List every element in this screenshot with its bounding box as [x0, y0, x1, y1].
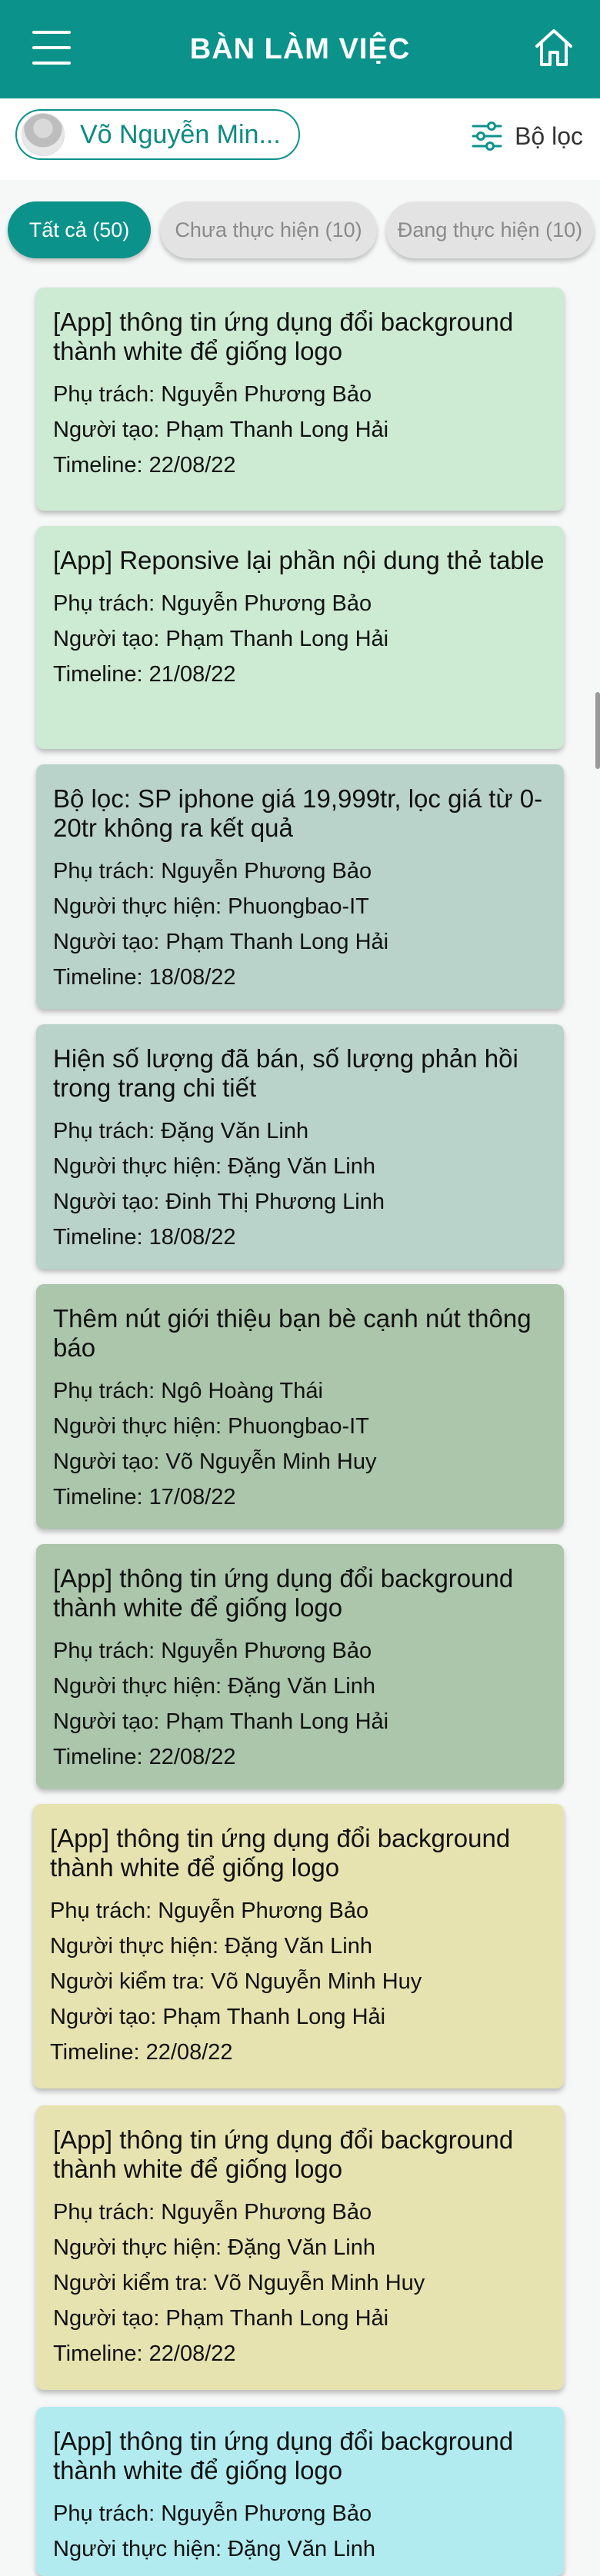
task-assignee: Phụ trách: Nguyễn Phương Bảo: [53, 591, 372, 616]
task-assignee: Phụ trách: Đặng Văn Linh: [53, 1119, 309, 1143]
avatar: [22, 113, 65, 156]
task-timeline: Timeline: 17/08/22: [53, 1485, 236, 1509]
task-timeline: Timeline: 18/08/22: [53, 965, 236, 990]
task-title: [App] thông tin ứng dụng đổi background …: [53, 2427, 514, 2484]
task-creator: Người tạo: Phạm Thanh Long Hải: [53, 418, 389, 442]
user-selector[interactable]: Võ Nguyễn Min...: [15, 109, 300, 160]
task-card[interactable]: Hiện số lượng đã bán, số lượng phản hồi …: [36, 1024, 564, 1269]
menu-bar: [32, 31, 71, 34]
task-creator: Người tạo: Phạm Thanh Long Hải: [53, 627, 389, 651]
task-creator: Người tạo: Võ Nguyễn Minh Huy: [53, 1449, 377, 1474]
tab-in-progress[interactable]: Đang thực hiện (10): [386, 201, 594, 258]
user-name: Võ Nguyễn Min...: [80, 119, 281, 149]
task-executor: Người thực hiện: Đặng Văn Linh: [53, 1154, 375, 1179]
menu-bar: [32, 46, 71, 49]
task-timeline: Timeline: 18/08/22: [53, 1225, 236, 1250]
task-card[interactable]: [App] thông tin ứng dụng đổi background …: [36, 1544, 564, 1789]
scrollbar-thumb[interactable]: [595, 692, 600, 769]
task-timeline: Timeline: 22/08/22: [53, 453, 236, 478]
task-creator: Người tạo: Phạm Thanh Long Hải: [50, 2005, 386, 2029]
task-card[interactable]: [App] thông tin ứng dụng đổi background …: [33, 1804, 564, 2088]
filter-label: Bộ lọc: [515, 121, 583, 150]
task-title: [App] thông tin ứng dụng đổi background …: [53, 308, 514, 365]
tab-all[interactable]: Tất cả (50): [8, 201, 151, 258]
task-assignee: Phụ trách: Nguyễn Phương Bảo: [53, 2200, 372, 2225]
task-creator: Người tạo: Phạm Thanh Long Hải: [53, 1709, 389, 1734]
task-timeline: Timeline: 22/08/22: [53, 2341, 236, 2366]
task-executor: Người thực hiện: Đặng Văn Linh: [50, 1934, 372, 1959]
task-card[interactable]: Bộ lọc: SP iphone giá 19,999tr, lọc giá …: [36, 764, 564, 1009]
page-title: BÀN LÀM VIỆC: [189, 32, 411, 65]
task-title: Bộ lọc: SP iphone giá 19,999tr, lọc giá …: [53, 784, 543, 842]
task-title: [App] thông tin ứng dụng đổi background …: [53, 2125, 514, 2183]
home-icon-svg: [535, 29, 572, 66]
task-card[interactable]: [App] thông tin ứng dụng đổi background …: [36, 2407, 564, 2576]
task-executor: Người thực hiện: Đặng Văn Linh: [53, 1674, 375, 1699]
task-card[interactable]: Thêm nút giới thiệu bạn bè cạnh nút thôn…: [36, 1284, 564, 1529]
task-timeline: Timeline: 22/08/22: [50, 2040, 233, 2065]
task-creator: Người tạo: Phạm Thanh Long Hải: [53, 2306, 389, 2331]
status-tabs: Tất cả (50) Chưa thực hiện (10) Đang thự…: [0, 180, 600, 283]
home-icon[interactable]: [531, 25, 577, 71]
menu-bar: [32, 62, 71, 65]
sliders-icon: [472, 121, 502, 151]
task-executor: Người thực hiện: Phuongbao-IT: [53, 894, 369, 919]
task-reviewer: Người kiểm tra: Võ Nguyễn Minh Huy: [53, 2271, 425, 2295]
task-card[interactable]: [App] Reponsive lại phần nội dung thẻ ta…: [36, 526, 564, 749]
task-executor: Người thực hiện: Đặng Văn Linh: [53, 2537, 375, 2561]
app-header: BÀN LÀM VIỆC: [0, 0, 600, 98]
task-title: [App] thông tin ứng dụng đổi background …: [53, 1564, 514, 1622]
tab-not-started[interactable]: Chưa thực hiện (10): [160, 201, 377, 258]
task-card[interactable]: [App] thông tin ứng dụng đổi background …: [36, 288, 564, 511]
task-executor: Người thực hiện: Phuongbao-IT: [53, 1414, 369, 1439]
task-assignee: Phụ trách: Nguyễn Phương Bảo: [53, 1639, 372, 1663]
task-assignee: Phụ trách: Nguyễn Phương Bảo: [53, 859, 372, 884]
task-timeline: Timeline: 21/08/22: [53, 662, 236, 687]
task-executor: Người thực hiện: Đặng Văn Linh: [53, 2235, 375, 2260]
task-title: [App] thông tin ứng dụng đổi background …: [50, 1824, 511, 1882]
filter-button[interactable]: Bộ lọc: [470, 117, 583, 155]
task-reviewer: Người kiểm tra: Võ Nguyễn Minh Huy: [50, 1969, 422, 1994]
hamburger-menu-icon[interactable]: [32, 31, 71, 65]
task-card[interactable]: [App] thông tin ứng dụng đổi background …: [36, 2105, 564, 2390]
task-title: Thêm nút giới thiệu bạn bè cạnh nút thôn…: [53, 1304, 532, 1362]
task-creator: Người tạo: Phạm Thanh Long Hải: [53, 930, 389, 954]
task-assignee: Phụ trách: Nguyễn Phương Bảo: [53, 382, 372, 407]
task-assignee: Phụ trách: Nguyễn Phương Bảo: [50, 1899, 369, 1923]
task-assignee: Phụ trách: Ngô Hoàng Thái: [53, 1379, 323, 1403]
user-bar: Võ Nguyễn Min... Bộ lọc: [0, 98, 600, 180]
task-creator: Người tạo: Đinh Thị Phương Linh: [53, 1190, 385, 1214]
task-assignee: Phụ trách: Nguyễn Phương Bảo: [53, 2501, 372, 2526]
task-title: [App] Reponsive lại phần nội dung thẻ ta…: [53, 546, 545, 574]
task-title: Hiện số lượng đã bán, số lượng phản hồi …: [53, 1044, 518, 1102]
task-timeline: Timeline: 22/08/22: [53, 1745, 236, 1769]
